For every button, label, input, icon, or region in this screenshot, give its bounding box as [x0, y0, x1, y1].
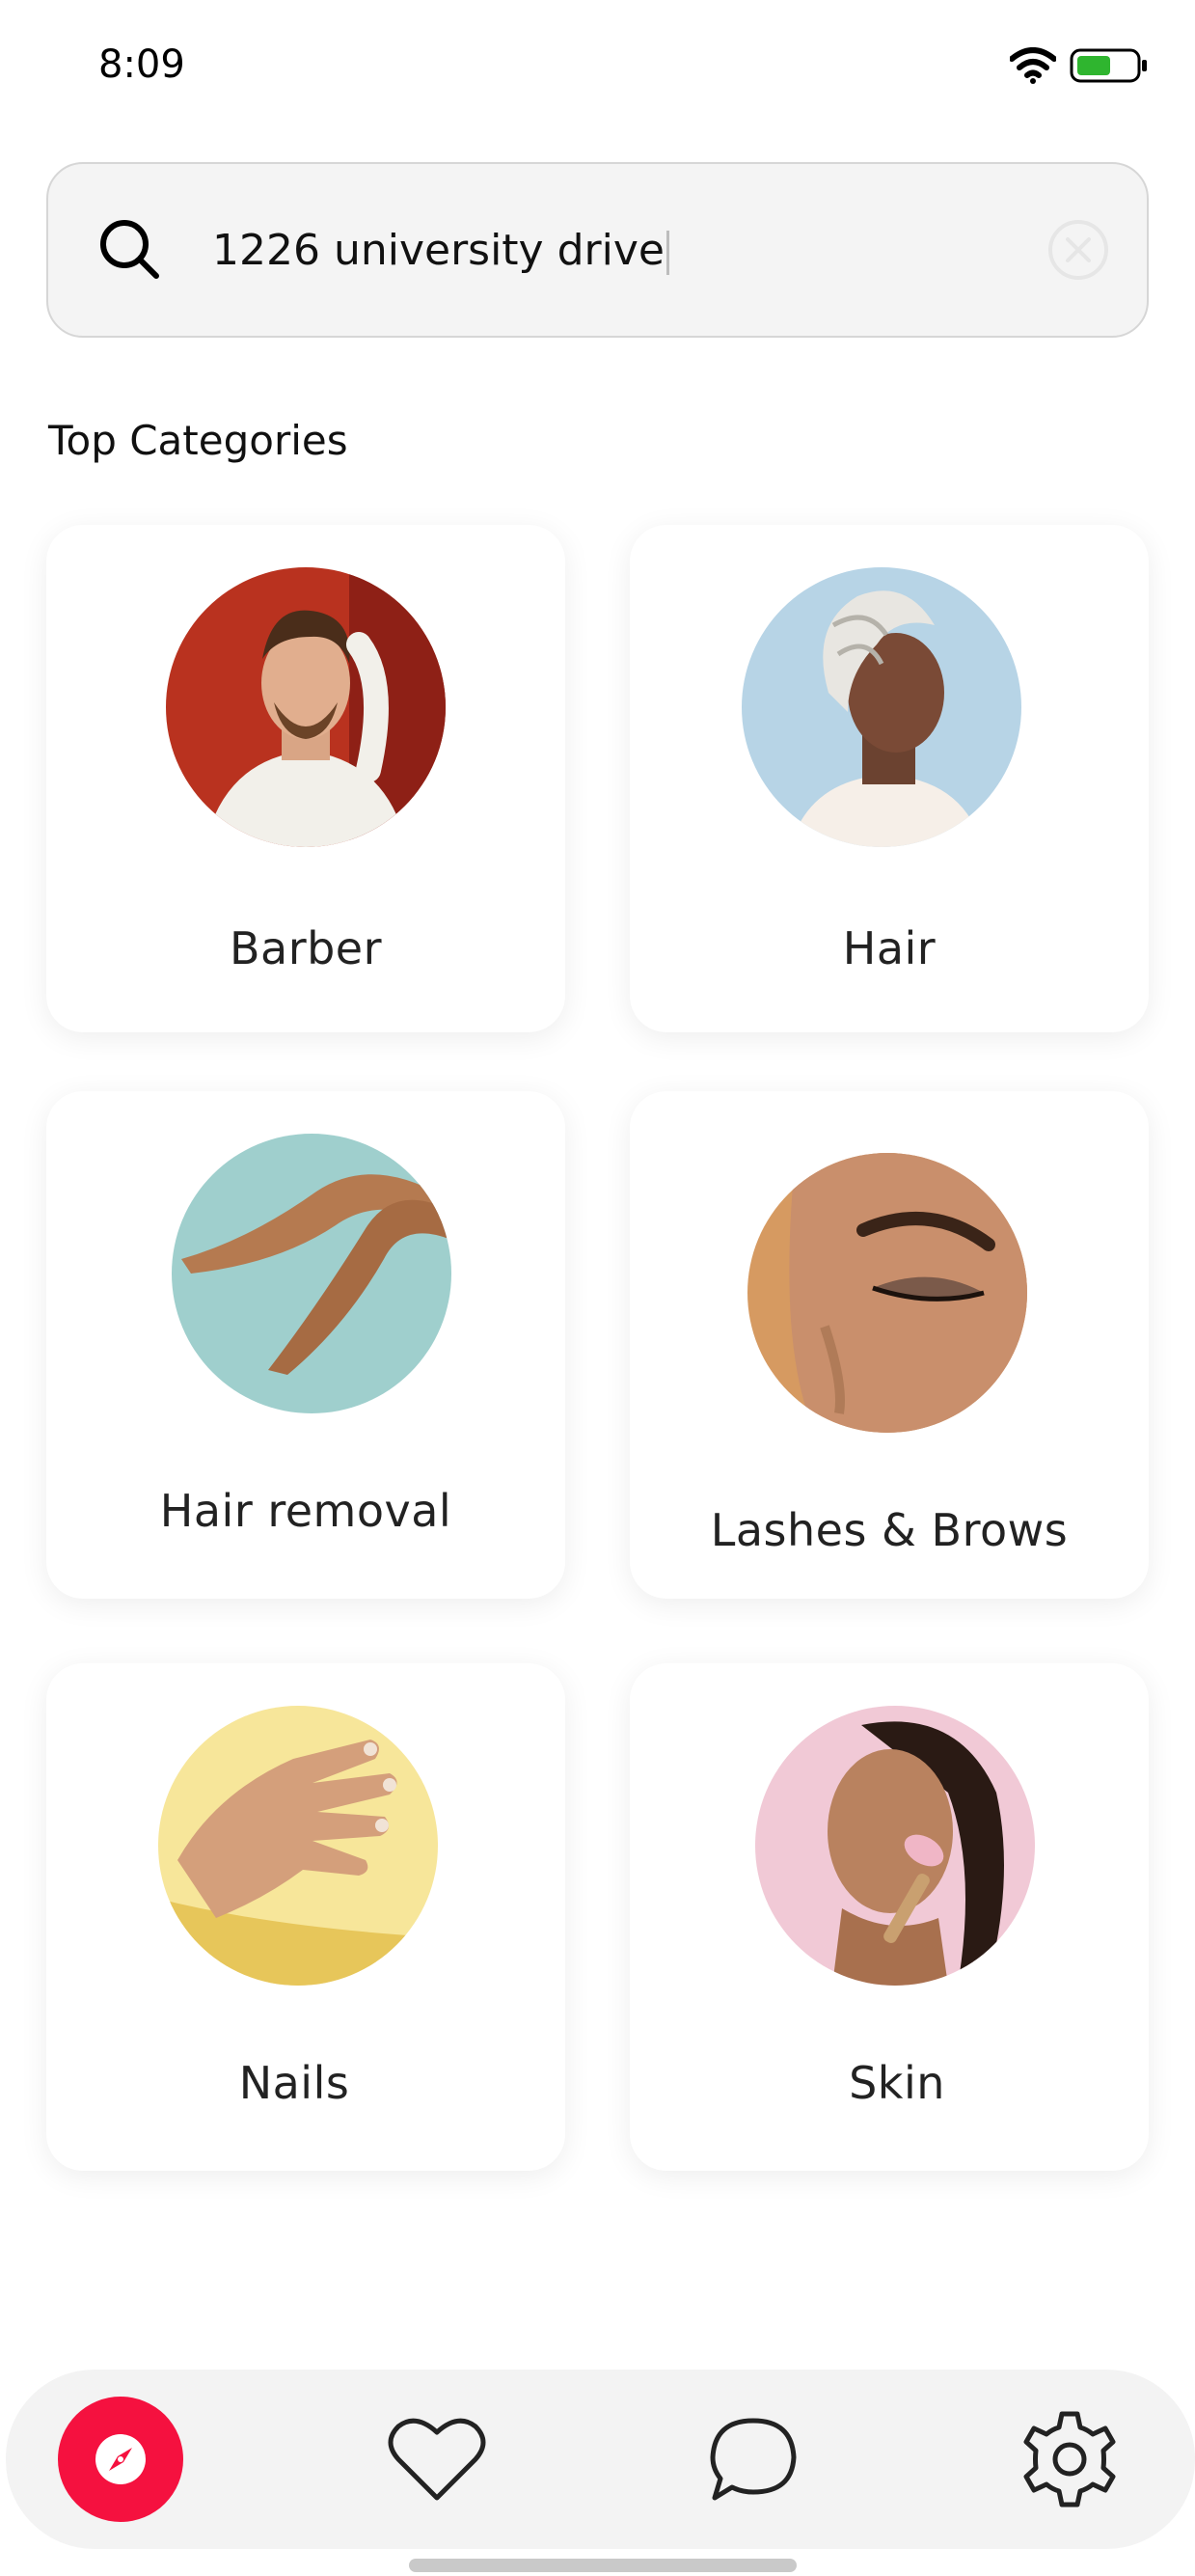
nav-settings[interactable]	[1007, 2397, 1132, 2522]
category-card-skin[interactable]: Skin	[630, 1663, 1149, 2171]
category-label: Hair	[842, 922, 937, 974]
category-label: Skin	[849, 2057, 945, 2109]
search-bar[interactable]: 1226 university drive	[46, 162, 1149, 338]
category-label: Lashes & Brows	[710, 1504, 1069, 1556]
category-label: Hair removal	[159, 1485, 452, 1537]
home-indicator	[409, 2559, 797, 2572]
nails-photo	[158, 1706, 438, 1986]
chat-icon	[710, 2418, 797, 2501]
wifi-icon	[1010, 47, 1056, 84]
category-label: Barber	[229, 922, 383, 974]
heart-icon	[388, 2418, 486, 2501]
screen: 8:09 1226 university drive Top Categorie…	[0, 0, 1195, 2576]
text-caret	[665, 231, 669, 275]
lashes-brows-photo	[747, 1153, 1027, 1433]
search-icon	[100, 220, 159, 279]
barber-photo	[166, 567, 446, 847]
gear-icon	[1023, 2411, 1116, 2507]
category-card-hair[interactable]: Hair	[630, 525, 1149, 1032]
clear-search-icon[interactable]	[1046, 218, 1110, 282]
category-card-lashes-brows[interactable]: Lashes & Brows	[630, 1091, 1149, 1599]
hair-removal-photo	[172, 1134, 451, 1413]
nav-messages[interactable]	[691, 2397, 816, 2522]
category-card-hair-removal[interactable]: Hair removal	[46, 1091, 565, 1599]
category-label: Nails	[238, 2057, 350, 2109]
compass-icon	[95, 2434, 146, 2484]
skin-photo	[755, 1706, 1035, 1986]
status-time: 8:09	[98, 42, 185, 87]
battery-icon	[1070, 48, 1147, 83]
category-card-barber[interactable]: Barber	[46, 525, 565, 1032]
search-text: 1226 university drive	[212, 226, 665, 275]
search-input[interactable]: 1226 university drive	[212, 212, 1061, 289]
section-title: Top Categories	[48, 417, 348, 464]
hair-photo	[742, 567, 1021, 847]
status-icons	[1010, 46, 1149, 85]
bottom-nav	[6, 2370, 1195, 2549]
nav-explore[interactable]	[58, 2397, 183, 2522]
category-card-nails[interactable]: Nails	[46, 1663, 565, 2171]
nav-favorites[interactable]	[374, 2397, 500, 2522]
